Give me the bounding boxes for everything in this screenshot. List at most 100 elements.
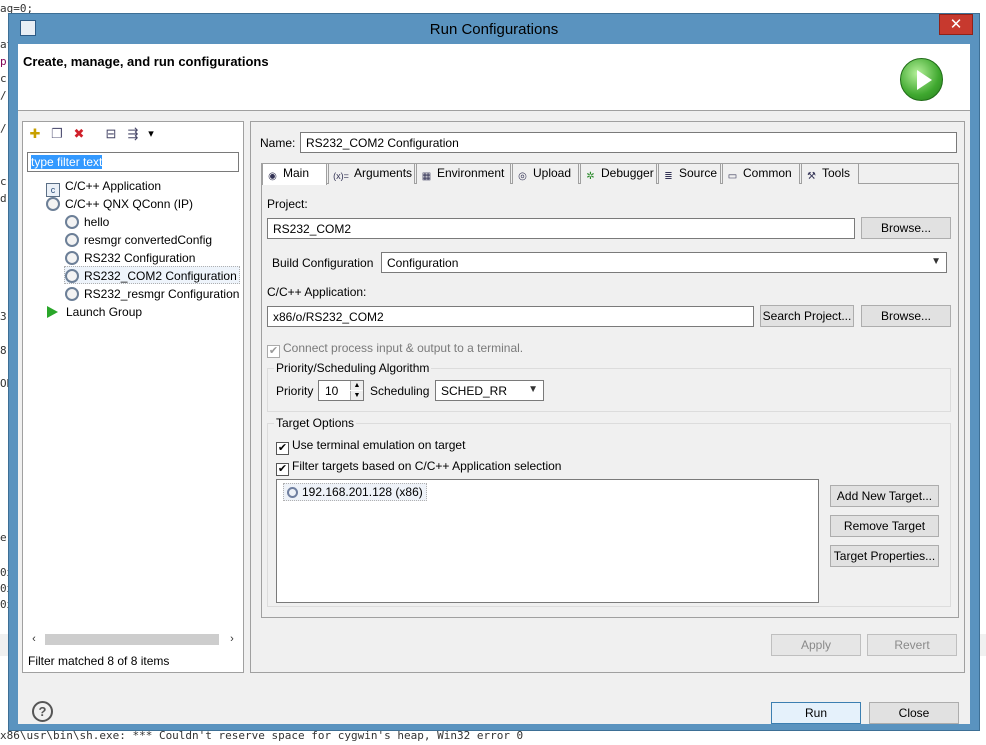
tab-upload[interactable]: ◎ Upload [512, 163, 579, 184]
chevron-down-icon[interactable]: ▾ [143, 126, 159, 142]
tree-hscrollbar[interactable]: ‹ › [27, 632, 239, 646]
search-project-button[interactable]: Search Project... [760, 305, 854, 327]
collapse-all-icon[interactable]: ⊟ [103, 126, 119, 142]
tab-tools[interactable]: ⚒ Tools [801, 163, 859, 184]
launch-group-icon [47, 306, 58, 318]
build-config-select[interactable]: Configuration ▼ [381, 252, 947, 273]
bg-code-line: c [0, 175, 7, 188]
help-icon[interactable]: ? [32, 701, 53, 722]
config-icon [65, 233, 79, 247]
browse-project-button[interactable]: Browse... [861, 217, 951, 239]
bg-code-line: 8 [0, 344, 7, 357]
priority-group-title: Priority/Scheduling Algorithm [274, 361, 432, 375]
scroll-left-icon[interactable]: ‹ [27, 632, 41, 646]
tab-debugger[interactable]: ✲ Debugger [580, 163, 657, 184]
tab-environment[interactable]: ▦ Environment [416, 163, 511, 184]
tree-item-label: C/C++ Application [65, 179, 162, 193]
use-terminal-checkbox[interactable]: ✔ [276, 442, 289, 455]
tab-label: Common [743, 166, 792, 180]
filter-targets-checkbox[interactable]: ✔ [276, 463, 289, 476]
add-target-button[interactable]: Add New Target... [830, 485, 939, 507]
tree-item-label: resmgr convertedConfig [84, 233, 213, 247]
bg-code-line: d [0, 192, 7, 205]
tree-item-qnx-qconn[interactable]: C/C++ QNX QConn (IP) [46, 195, 193, 213]
new-config-icon[interactable]: ✚ [27, 126, 43, 142]
tab-common[interactable]: ▭ Common [722, 163, 800, 184]
project-label: Project: [267, 197, 308, 211]
tree-item-label: Launch Group [66, 305, 143, 319]
scroll-thumb[interactable] [45, 634, 219, 645]
revert-button[interactable]: Revert [867, 634, 957, 656]
target-properties-button[interactable]: Target Properties... [830, 545, 939, 567]
tree-item-rs232-com2[interactable]: RS232_COM2 Configuration [64, 266, 240, 284]
main-tab-icon: ◉ [268, 171, 277, 182]
upload-icon: ◎ [518, 171, 527, 182]
priority-group: Priority/Scheduling Algorithm Priority 1… [267, 361, 951, 412]
tab-label: Environment [437, 166, 505, 180]
delete-icon[interactable]: ✖ [71, 126, 87, 142]
target-label: 192.168.201.128 (x86) [302, 485, 423, 499]
project-field[interactable]: RS232_COM2 [267, 218, 855, 239]
apply-button[interactable]: Apply [771, 634, 861, 656]
target-list[interactable]: 192.168.201.128 (x86) [276, 479, 819, 603]
config-icon [65, 287, 79, 301]
tab-label: Debugger [601, 166, 654, 180]
tab-label: Upload [533, 166, 572, 180]
tree-item-rs232-resmgr[interactable]: RS232_resmgr Configuration [65, 285, 239, 303]
bg-code-line: c [0, 72, 7, 85]
run-button[interactable]: Run [771, 702, 861, 724]
remove-target-button[interactable]: Remove Target [830, 515, 939, 537]
bg-code-line: 3 [0, 310, 7, 323]
tree-item-cpp-application[interactable]: c C/C++ Application [46, 177, 162, 197]
tab-arguments[interactable]: (x)= Arguments [328, 163, 415, 184]
priority-spinner[interactable]: 10 ▲ ▼ [318, 380, 364, 401]
scheduling-select[interactable]: SCHED_RR ▼ [435, 380, 544, 401]
filter-input[interactable]: type filter text [27, 152, 239, 172]
tree-item-resmgr[interactable]: resmgr convertedConfig [65, 231, 212, 249]
config-tree-panel: ✚ ❐ ✖ ⊟ ⇶ ▾ type filter text c C/C++ Appl… [22, 121, 244, 673]
filter-status: Filter matched 8 of 8 items [28, 654, 170, 668]
duplicate-icon[interactable]: ❐ [49, 126, 65, 142]
header-title: Create, manage, and run configurations [23, 54, 269, 69]
tree-item-hello[interactable]: hello [65, 213, 109, 231]
filter-targets-option[interactable]: ✔ Filter targets based on C/C++ Applicati… [276, 459, 561, 476]
target-options-group: Target Options ✔ Use terminal emulation o… [267, 416, 951, 607]
tab-main[interactable]: ◉ Main [262, 163, 327, 185]
tab-label: Main [283, 166, 310, 180]
close-window-button[interactable]: ✕ [939, 14, 973, 35]
build-config-value: Configuration [387, 256, 459, 270]
arguments-icon: (x)= [333, 171, 349, 181]
spin-down-icon[interactable]: ▼ [350, 391, 363, 400]
browse-app-button[interactable]: Browse... [861, 305, 951, 327]
config-icon [65, 215, 79, 229]
tab-source[interactable]: ≣ Source [658, 163, 721, 184]
spin-up-icon[interactable]: ▲ [350, 381, 363, 390]
tree-item-rs232[interactable]: RS232 Configuration [65, 249, 195, 267]
config-editor-panel: Name: RS232_COM2 Configuration ◉ Main (x)… [250, 121, 965, 673]
tab-folder: ◉ Main (x)= Arguments ▦ Environment ◎ Upload… [261, 163, 959, 618]
config-icon [65, 269, 79, 283]
bg-code-line: p [0, 55, 7, 68]
priority-label: Priority [276, 384, 314, 398]
connect-terminal-checkbox: ✔ [267, 345, 280, 358]
tab-label: Arguments [354, 166, 413, 180]
bg-code-line: / [0, 89, 7, 102]
app-field[interactable]: x86/o/RS232_COM2 [267, 306, 754, 327]
use-terminal-label: Use terminal emulation on target [292, 438, 466, 452]
use-terminal-option[interactable]: ✔ Use terminal emulation on target [276, 438, 465, 455]
chevron-down-icon: ▼ [931, 256, 941, 267]
tab-bar: ◉ Main (x)= Arguments ▦ Environment ◎ Upload… [262, 163, 958, 185]
tree-item-label: RS232_resmgr Configuration [84, 287, 240, 301]
tree-item-launch-group[interactable]: Launch Group [47, 303, 142, 321]
close-button[interactable]: Close [869, 702, 959, 724]
scroll-right-icon[interactable]: › [225, 632, 239, 646]
qnx-qconn-icon [46, 197, 60, 211]
scheduling-value: SCHED_RR [441, 384, 508, 398]
target-item[interactable]: 192.168.201.128 (x86) [283, 483, 427, 501]
run-configurations-window: Run Configurations ✕ Create, manage, and… [8, 13, 980, 731]
titlebar: Run Configurations ✕ [9, 14, 979, 44]
filter-icon[interactable]: ⇶ [125, 126, 141, 142]
name-field[interactable]: RS232_COM2 Configuration [300, 132, 957, 153]
filter-targets-label: Filter targets based on C/C++ Applicatio… [292, 459, 562, 473]
environment-icon: ▦ [421, 171, 432, 182]
